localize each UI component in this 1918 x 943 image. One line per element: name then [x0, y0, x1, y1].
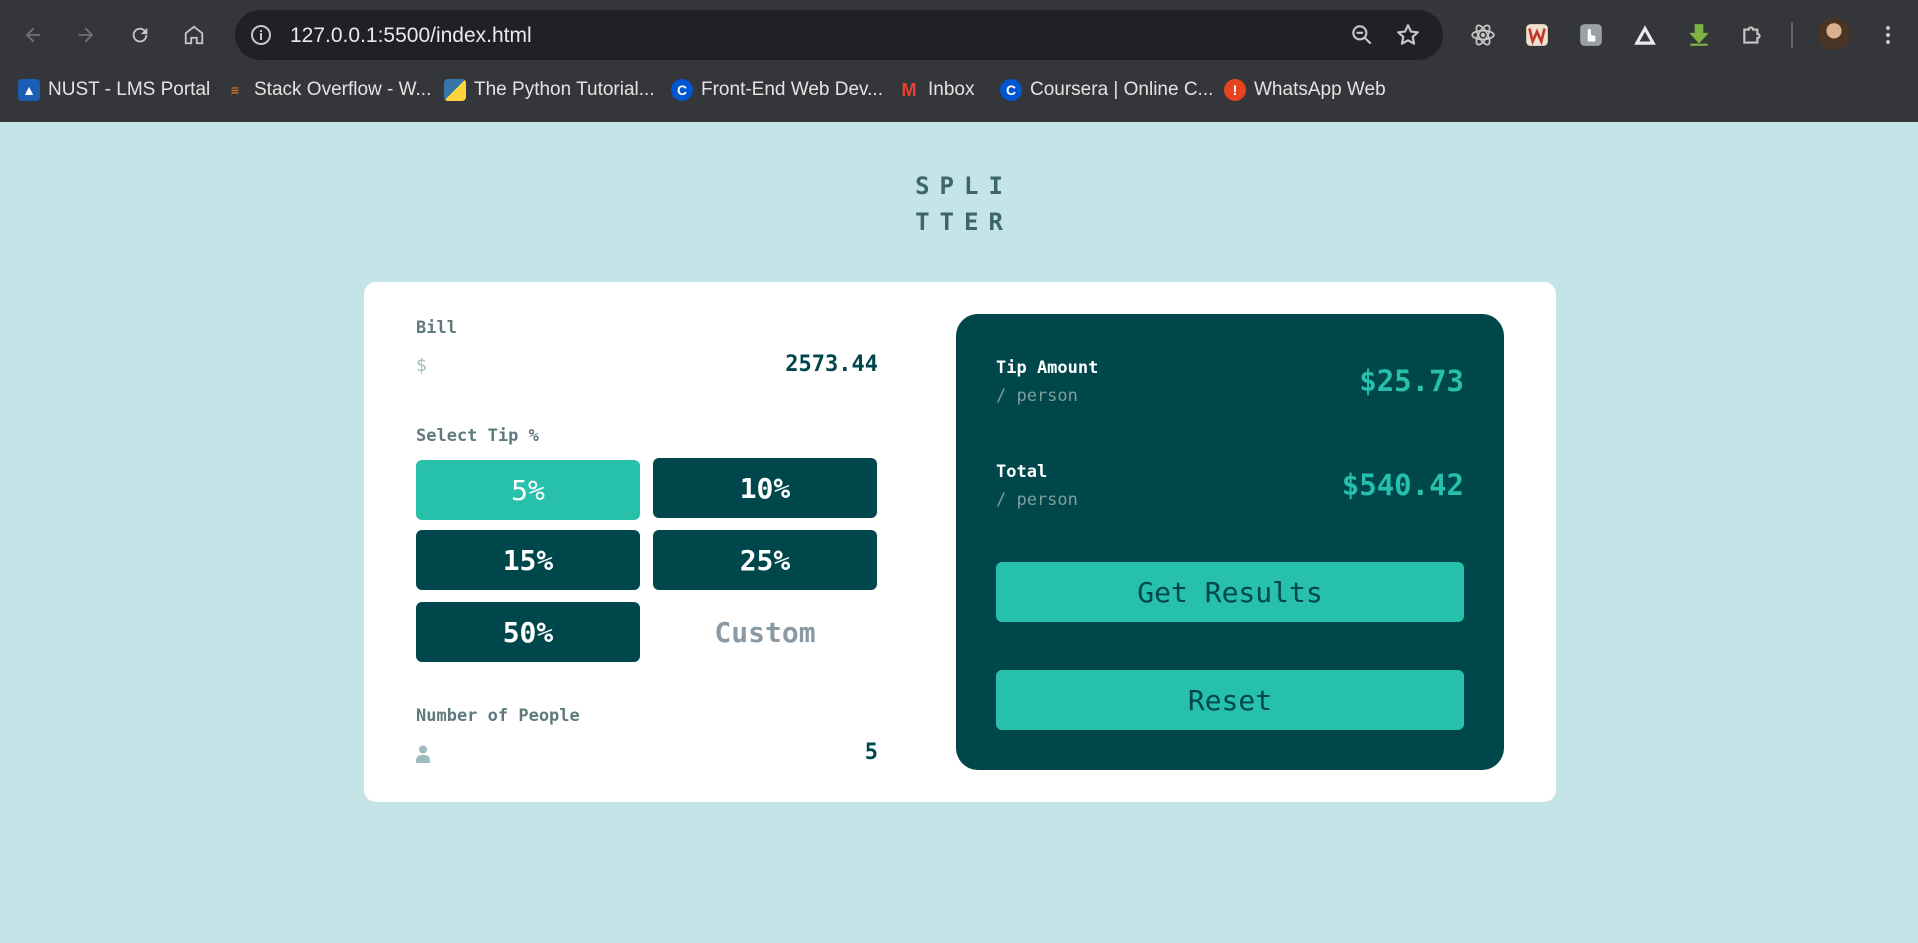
bill-label: Bill: [416, 318, 457, 338]
logo-line: SPLI: [915, 172, 1013, 200]
info-icon[interactable]: [249, 23, 273, 47]
bookmark-item[interactable]: ! WhatsApp Web: [1224, 74, 1386, 106]
people-label: Number of People: [416, 706, 580, 726]
coursera-icon: C: [671, 79, 693, 101]
total-title: Total: [996, 462, 1048, 482]
menu-dots-icon[interactable]: [1876, 20, 1900, 50]
bookmark-star-icon[interactable]: [1395, 22, 1421, 48]
bookmark-label: NUST - LMS Portal: [48, 79, 211, 100]
tip-amount-value: $25.73: [1359, 364, 1464, 398]
bookmark-label: Front-End Web Dev...: [701, 79, 883, 100]
person-icon: [416, 745, 430, 763]
profile-avatar[interactable]: [1818, 18, 1850, 50]
select-tip-label: Select Tip %: [416, 426, 539, 446]
address-bar[interactable]: 127.0.0.1:5500/index.html: [235, 10, 1443, 60]
python-icon: [444, 79, 466, 101]
bill-input[interactable]: 2573.44: [600, 352, 878, 377]
tip-button-15[interactable]: 15%: [416, 530, 640, 590]
extension-triangle-icon[interactable]: [1630, 20, 1660, 50]
bookmark-item[interactable]: C Coursera | Online C...: [1000, 74, 1213, 106]
dollar-icon: $: [416, 355, 427, 376]
reload-icon: [132, 27, 148, 43]
get-results-button[interactable]: Get Results: [996, 562, 1464, 622]
results-panel: Tip Amount / person $25.73 Total / perso…: [956, 314, 1504, 770]
url-text[interactable]: 127.0.0.1:5500/index.html: [290, 24, 532, 48]
total-per-person: / person: [996, 490, 1078, 510]
tip-button-50[interactable]: 50%: [416, 602, 640, 662]
bookmark-item[interactable]: C Front-End Web Dev...: [671, 74, 883, 106]
reload-button[interactable]: [122, 17, 158, 53]
bookmark-label: Coursera | Online C...: [1030, 79, 1214, 100]
bookmark-item[interactable]: ▲ NUST - LMS Portal: [18, 74, 210, 106]
coursera-icon: C: [1000, 79, 1022, 101]
custom-tip-input[interactable]: Custom: [653, 602, 877, 662]
toolbar-divider: [1791, 22, 1793, 48]
stackoverflow-icon: ≡: [230, 82, 240, 98]
people-input[interactable]: 5: [760, 740, 878, 765]
total-value: $540.42: [1341, 468, 1464, 502]
graduation-cap-icon: ▲: [18, 79, 40, 101]
extension-hand-icon[interactable]: [1576, 20, 1606, 50]
home-icon: [184, 25, 204, 45]
download-extension-icon[interactable]: [1684, 20, 1714, 50]
tip-button-25[interactable]: 25%: [653, 530, 877, 590]
bookmark-label: Inbox: [928, 79, 975, 100]
logo-line: TTER: [915, 208, 1013, 236]
back-button[interactable]: [15, 17, 51, 53]
bookmark-label: The Python Tutorial...: [474, 79, 655, 100]
bookmark-label: Stack Overflow - W...: [254, 79, 432, 100]
arrow-right-icon: [78, 27, 94, 43]
zoom-icon[interactable]: [1349, 22, 1375, 48]
arrow-left-icon: [25, 27, 41, 43]
forward-button[interactable]: [68, 17, 104, 53]
app-logo: SPLI TTER: [900, 168, 1028, 240]
bookmark-item[interactable]: ≡ Stack Overflow - W...: [224, 74, 431, 106]
reset-button[interactable]: Reset: [996, 670, 1464, 730]
extension-mark-icon[interactable]: [1522, 20, 1552, 50]
tip-button-10[interactable]: 10%: [653, 458, 877, 518]
browser-chrome: 127.0.0.1:5500/index.html ▲ NUST - LMS P…: [0, 0, 1918, 122]
bookmarks-bar: ▲ NUST - LMS Portal ≡ Stack Overflow - W…: [0, 74, 1918, 106]
home-button[interactable]: [176, 17, 212, 53]
tip-amount-title: Tip Amount: [996, 358, 1099, 378]
react-devtools-icon[interactable]: [1468, 20, 1498, 50]
tip-amount-per-person: / person: [996, 386, 1078, 406]
bookmark-item[interactable]: M Inbox: [898, 74, 975, 106]
extensions-puzzle-icon[interactable]: [1738, 20, 1768, 50]
bookmark-item[interactable]: The Python Tutorial...: [444, 74, 655, 106]
bookmark-label: WhatsApp Web: [1254, 79, 1386, 100]
whatsapp-icon: !: [1224, 79, 1246, 101]
browser-toolbar: 127.0.0.1:5500/index.html: [0, 0, 1918, 70]
gmail-icon: M: [901, 79, 917, 100]
tip-button-5[interactable]: 5%: [416, 460, 640, 520]
